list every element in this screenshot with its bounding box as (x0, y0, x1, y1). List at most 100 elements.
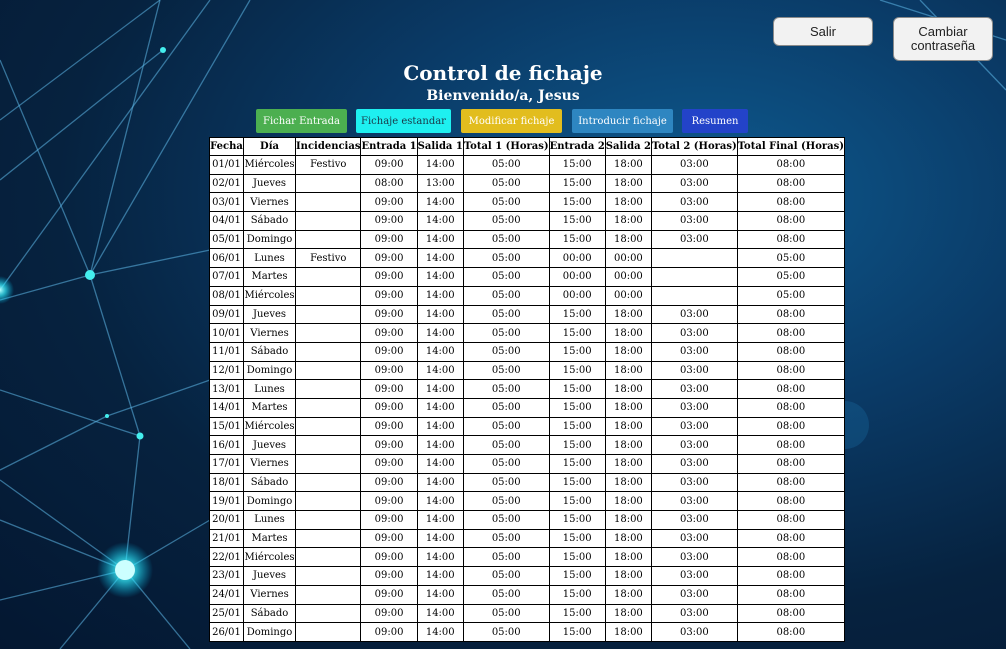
cell-total-final: 08:00 (736, 491, 845, 512)
cell-salida-2: 18:00 (604, 566, 653, 586)
table-row: 16/01 Jueves 09:00 14:00 05:00 15:00 18:00 03:0… (209, 435, 845, 455)
cell-dia: Viernes (243, 323, 296, 343)
cell-fecha: 16/01 (209, 435, 244, 455)
cell-entrada-2: 00:00 (548, 248, 606, 269)
cell-total-final: 08:00 (736, 510, 845, 530)
cell-total-1: 05:00 (462, 360, 550, 381)
cell-total-final: 08:00 (736, 229, 845, 250)
cell-dia: Jueves (243, 435, 296, 455)
cell-incidencias (294, 454, 362, 474)
column-header-total-final: Total Final (Horas) (736, 137, 845, 156)
cell-total-1: 05:00 (462, 323, 550, 343)
cell-incidencias (294, 323, 362, 343)
cell-salida-2: 18:00 (604, 360, 653, 381)
cell-salida-1: 14:00 (416, 622, 464, 642)
cell-total-1: 05:00 (462, 528, 550, 549)
cell-dia: Martes (243, 397, 296, 418)
table-row: 06/01 Lunes Festivo 09:00 14:00 05:00 00:00 00:… (209, 248, 845, 269)
cell-incidencias (294, 379, 362, 399)
table-header-row: Fecha Día Incidencias Entrada 1 Salida 1… (209, 137, 845, 156)
cell-salida-1: 14:00 (416, 491, 464, 512)
cell-total-2: 03:00 (651, 566, 738, 586)
cell-fecha: 04/01 (209, 211, 244, 231)
cell-entrada-2: 15:00 (548, 341, 606, 362)
cell-fecha: 01/01 (209, 155, 244, 175)
cell-salida-1: 14:00 (416, 528, 464, 549)
table-row: 21/01 Martes 09:00 14:00 05:00 15:00 18:00 03:0… (209, 528, 845, 549)
fichaje-estandar-button[interactable]: Fichaje estandar (356, 109, 451, 133)
cell-total-final: 05:00 (736, 267, 845, 287)
cell-incidencias (294, 341, 362, 362)
cell-entrada-1: 09:00 (360, 566, 418, 586)
cell-total-1: 05:00 (462, 454, 550, 474)
cell-salida-1: 14:00 (416, 267, 464, 287)
cell-entrada-1: 09:00 (360, 267, 418, 287)
cell-total-2: 03:00 (651, 547, 738, 568)
cell-total-2: 03:00 (651, 173, 738, 194)
cell-total-1: 05:00 (462, 192, 550, 213)
cell-fecha: 07/01 (209, 267, 244, 287)
cell-entrada-2: 15:00 (548, 416, 606, 437)
cell-total-2 (651, 267, 738, 287)
cell-incidencias (294, 304, 362, 325)
cell-salida-2: 18:00 (604, 341, 653, 362)
cell-salida-1: 14:00 (416, 472, 464, 493)
resumen-button[interactable]: Resumen (682, 109, 748, 133)
cell-incidencias (294, 584, 362, 605)
table-row: 07/01 Martes 09:00 14:00 05:00 00:00 00:00 05:0… (209, 267, 845, 287)
cell-incidencias (294, 192, 362, 213)
modificar-fichaje-button[interactable]: Modificar fichaje (461, 109, 562, 133)
cell-entrada-1: 09:00 (360, 341, 418, 362)
cell-salida-2: 18:00 (604, 603, 653, 624)
cell-salida-2: 18:00 (604, 192, 653, 213)
cell-entrada-2: 15:00 (548, 360, 606, 381)
cell-total-2: 03:00 (651, 155, 738, 175)
cell-total-1: 05:00 (462, 547, 550, 568)
cell-total-2: 03:00 (651, 341, 738, 362)
cell-incidencias (294, 285, 362, 306)
cell-incidencias (294, 416, 362, 437)
cell-dia: Sábado (243, 603, 296, 624)
cell-incidencias (294, 566, 362, 586)
cell-salida-2: 18:00 (604, 528, 653, 549)
cell-entrada-1: 09:00 (360, 454, 418, 474)
cell-total-final: 08:00 (736, 416, 845, 437)
cell-salida-2: 18:00 (604, 304, 653, 325)
cell-total-final: 08:00 (736, 379, 845, 399)
table-row: 10/01 Viernes 09:00 14:00 05:00 15:00 18:00 03:… (209, 323, 845, 343)
cell-entrada-2: 15:00 (548, 229, 606, 250)
cell-total-1: 05:00 (462, 155, 550, 175)
cell-salida-1: 14:00 (416, 192, 464, 213)
cell-salida-1: 14:00 (416, 510, 464, 530)
cell-fecha: 11/01 (209, 341, 244, 362)
cell-salida-1: 14:00 (416, 416, 464, 437)
cell-entrada-2: 15:00 (548, 584, 606, 605)
cell-salida-2: 18:00 (604, 622, 653, 642)
cell-entrada-2: 15:00 (548, 528, 606, 549)
cell-dia: Miércoles (243, 285, 296, 306)
cell-entrada-1: 09:00 (360, 229, 418, 250)
cell-incidencias (294, 267, 362, 287)
fichar-entrada-button[interactable]: Fichar Entrada (256, 109, 347, 133)
cell-entrada-1: 09:00 (360, 472, 418, 493)
cell-total-2: 03:00 (651, 397, 738, 418)
welcome-text: Bienvenido/a, Jesus (426, 88, 580, 104)
cell-salida-1: 14:00 (416, 547, 464, 568)
cell-entrada-2: 15:00 (548, 397, 606, 418)
table-row: 05/01 Domingo 09:00 14:00 05:00 15:00 18:00 03:… (209, 229, 845, 250)
cell-entrada-2: 15:00 (548, 622, 606, 642)
cell-salida-2: 18:00 (604, 397, 653, 418)
logout-button[interactable]: Salir (773, 17, 873, 46)
cell-total-1: 05:00 (462, 491, 550, 512)
table-row: 15/01 Miércoles 09:00 14:00 05:00 15:00 18:00 0… (209, 416, 845, 437)
cell-salida-1: 14:00 (416, 435, 464, 455)
cell-fecha: 08/01 (209, 285, 244, 306)
introducir-fichaje-button[interactable]: Introducir fichaje (572, 109, 673, 133)
table-row: 01/01 Miércoles Festivo 09:00 14:00 05:00 15:0… (209, 155, 845, 175)
cell-total-1: 05:00 (462, 285, 550, 306)
cell-total-final: 08:00 (736, 192, 845, 213)
cell-total-1: 05:00 (462, 173, 550, 194)
change-password-button[interactable]: Cambiar contraseña (893, 17, 993, 61)
table-row: 18/01 Sábado 09:00 14:00 05:00 15:00 18:00 03:0… (209, 472, 845, 493)
cell-dia: Lunes (243, 248, 296, 269)
